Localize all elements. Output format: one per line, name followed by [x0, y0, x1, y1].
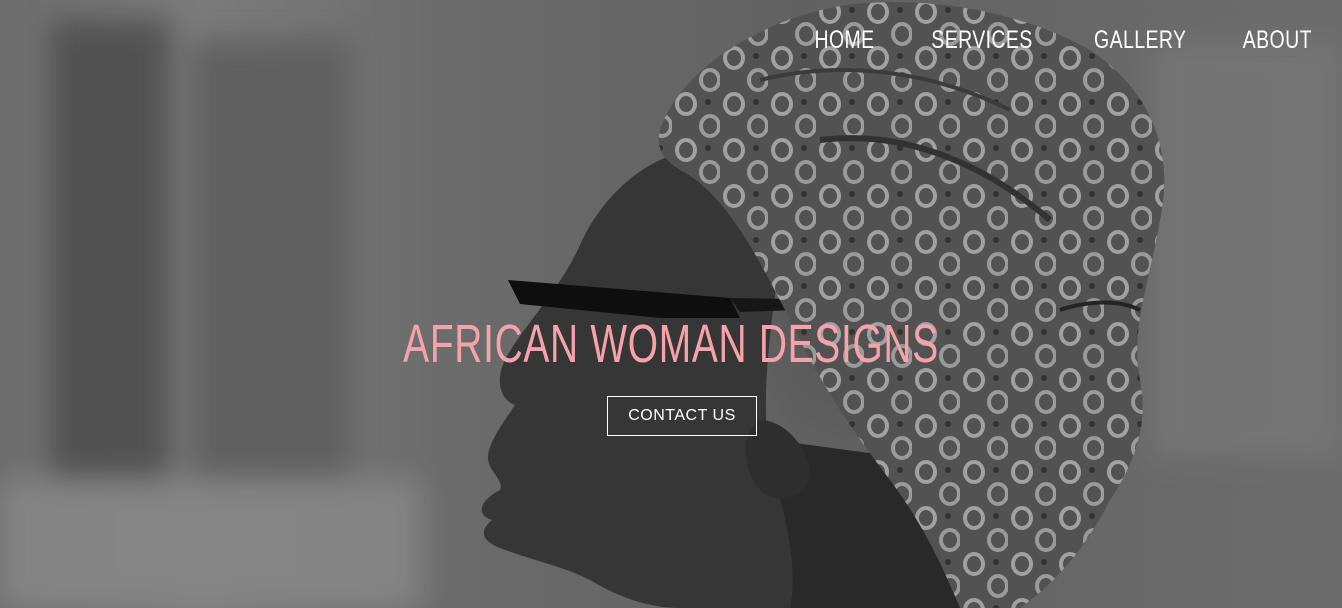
- nav-item-gallery[interactable]: GALLERY: [1088, 22, 1193, 58]
- hero-section: [0, 0, 1342, 608]
- contact-us-button[interactable]: CONTACT US: [607, 396, 757, 436]
- main-navigation: HOME SERVICES GALLERY ABOUT: [780, 22, 1330, 58]
- hero-title: AFRICAN WOMAN DESIGNS: [0, 312, 1342, 376]
- dark-overlay: [0, 0, 1342, 608]
- hero-title-text: AFRICAN WOMAN DESIGNS: [403, 314, 939, 374]
- nav-item-about[interactable]: ABOUT: [1237, 22, 1319, 58]
- nav-item-home[interactable]: HOME: [808, 22, 881, 58]
- nav-item-services[interactable]: SERVICES: [925, 22, 1039, 58]
